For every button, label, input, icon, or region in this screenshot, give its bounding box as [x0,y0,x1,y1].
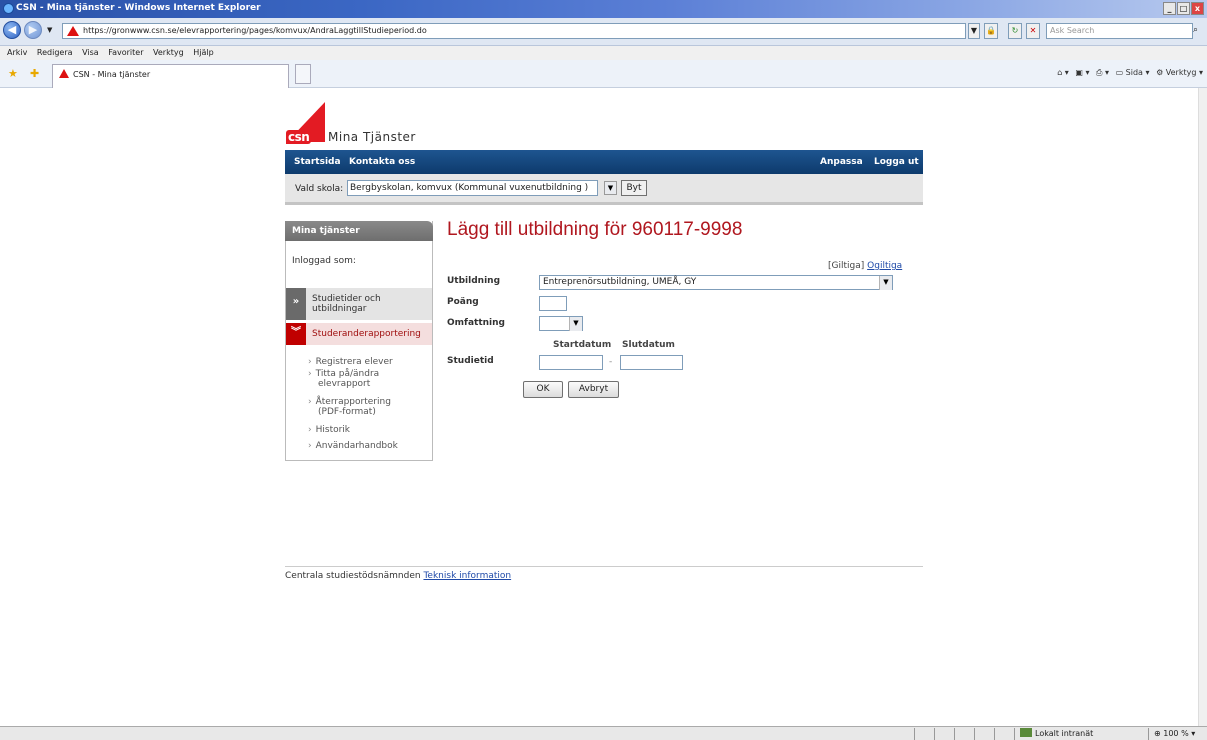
forward-button[interactable]: ▶ [24,21,42,39]
nav-anpassa[interactable]: Anpassa [820,157,863,167]
browser-tab[interactable]: CSN - Mina tjänster [52,64,289,88]
sidebar-item-label: Studietider och utbildningar [312,294,381,314]
menu-bar: Arkiv Redigera Visa Favoriter Verktyg Hj… [0,46,1207,60]
tools-menu[interactable]: ⚙ Verktyg ▾ [1156,68,1203,77]
subitem-registrera[interactable]: › Registrera elever [308,357,393,367]
footer: Centrala studiestödsnämnden Teknisk info… [285,571,511,581]
menu-redigera[interactable]: Redigera [37,48,73,57]
poang-input[interactable] [539,296,567,311]
footer-divider [285,566,923,567]
window-titlebar: CSN - Mina tjänster - Windows Internet E… [0,0,1207,18]
subitem-anvandarhandbok[interactable]: › Användarhandbok [308,441,398,451]
chevron-right-icon: › [308,357,312,367]
page-menu[interactable]: ▭ Sida ▾ [1116,68,1150,77]
top-navigation: Startsida Kontakta oss Anpassa Logga ut [285,150,923,174]
utbildning-dropdown-icon[interactable]: ▼ [879,276,892,290]
minimize-button[interactable]: _ [1163,2,1176,15]
url-field[interactable]: https://gronwww.csn.se/elevrapportering/… [62,23,966,39]
chevron-right-icon: › [308,397,312,407]
startdatum-input[interactable] [539,355,603,370]
add-favorite-icon[interactable]: ✚ [30,67,39,80]
byt-button[interactable]: Byt [621,180,647,196]
security-zone[interactable]: Lokalt intranät [1020,727,1093,740]
command-bar: ⌂ ▾ ▣ ▾ ⎙ ▾ ▭ Sida ▾ ⚙ Verktyg ▾ [1057,68,1203,78]
logo-title: Mina Tjänster [328,130,416,144]
intranet-zone-icon [1020,728,1032,737]
double-chevron-right-icon: » [286,288,306,320]
double-chevron-down-icon: ︾ [286,323,306,345]
poang-label: Poäng [447,297,479,307]
csn-favicon-icon [59,69,69,78]
new-tab-button[interactable] [295,64,311,84]
csn-favicon-icon [67,26,79,36]
validity-filter: [Giltiga] Ogiltiga [828,261,902,271]
teknisk-information-link[interactable]: Teknisk information [423,571,511,581]
zoom-level[interactable]: ⊕ 100 % ▾ [1154,727,1195,740]
subitem-aterrapportering[interactable]: › Återrapportering (PDF-format) [308,397,418,417]
avbryt-button[interactable]: Avbryt [568,381,619,398]
window-title: CSN - Mina tjänster - Windows Internet E… [16,3,261,13]
ogiltiga-link[interactable]: Ogiltiga [867,261,902,271]
omfattning-dropdown-icon[interactable]: ▼ [569,317,582,331]
refresh-icon[interactable]: ↻ [1008,23,1022,39]
sidebar-item-studeranderapportering[interactable]: ︾ Studeranderapportering [286,323,432,345]
favorites-star-icon[interactable]: ★ [8,67,18,80]
sidebar: Mina tjänster Inloggad som: » Studietide… [285,221,433,461]
close-button[interactable]: x [1191,2,1204,15]
back-button[interactable]: ◀ [3,21,21,39]
school-select[interactable]: Bergbyskolan, komvux (Kommunal vuxenutbi… [347,180,598,196]
menu-hjalp[interactable]: Hjälp [193,48,213,57]
history-dropdown-icon[interactable]: ▼ [47,26,52,34]
menu-verktyg[interactable]: Verktyg [153,48,184,57]
footer-text: Centrala studiestödsnämnden [285,571,421,581]
ok-button[interactable]: OK [523,381,563,398]
sidebar-item-studietider[interactable]: » Studietider och utbildningar [286,288,432,320]
studietid-label: Studietid [447,356,494,366]
logo-csn-text: csn [286,130,312,144]
nav-startsida[interactable]: Startsida [294,157,341,167]
chevron-right-icon: › [308,425,312,435]
address-bar: ◀ ▶ ▼ https://gronwww.csn.se/elevrapport… [0,18,1207,46]
favorites-tab-bar: ★ ✚ CSN - Mina tjänster ⌂ ▾ ▣ ▾ ⎙ ▾ ▭ Si… [0,60,1207,88]
ie-icon [3,3,14,14]
utbildning-select[interactable]: Entreprenörsutbildning, UMEÅ, GY ▼ [539,275,893,290]
startdatum-header: Startdatum [553,340,612,350]
stop-icon[interactable]: ✕ [1026,23,1040,39]
home-icon[interactable]: ⌂ ▾ [1057,68,1069,77]
chevron-right-icon: › [308,369,312,379]
school-label: Vald skola: [295,184,344,194]
lock-icon[interactable]: 🔒 [984,23,998,39]
sidebar-item-label: Studeranderapportering [312,329,421,339]
subitem-historik[interactable]: › Historik [308,425,350,435]
slutdatum-header: Slutdatum [622,340,675,350]
menu-favoriter[interactable]: Favoriter [108,48,143,57]
subitem-titta[interactable]: › Titta på/ändra elevrapport [308,369,418,389]
omfattning-label: Omfattning [447,318,505,328]
sidebar-header: Mina tjänster [285,221,433,241]
nav-kontakta-oss[interactable]: Kontakta oss [349,157,415,167]
tab-title: CSN - Mina tjänster [73,70,151,79]
utbildning-label: Utbildning [447,276,501,286]
status-bar: Lokalt intranät ⊕ 100 % ▾ [0,726,1207,740]
omfattning-select[interactable]: ▼ [539,316,583,331]
print-icon[interactable]: ⎙ ▾ [1096,68,1109,77]
search-icon[interactable]: ⌕ [1193,23,1207,39]
feeds-icon[interactable]: ▣ ▾ [1075,68,1089,77]
menu-visa[interactable]: Visa [82,48,99,57]
giltiga-filter[interactable]: [Giltiga] [828,261,864,271]
menu-arkiv[interactable]: Arkiv [7,48,27,57]
nav-logga-ut[interactable]: Logga ut [874,157,919,167]
vertical-scrollbar[interactable] [1198,88,1207,726]
page-title: Lägg till utbildning för 960117-9998 [447,219,743,240]
chevron-right-icon: › [308,441,312,451]
slutdatum-input[interactable] [620,355,683,370]
maximize-button[interactable]: □ [1177,2,1190,15]
logged-in-label: Inloggad som: [292,256,356,266]
url-dropdown-button[interactable]: ▼ [968,23,980,39]
school-selector-bar: Vald skola: Bergbyskolan, komvux (Kommun… [285,174,923,205]
date-separator: - [609,357,613,367]
search-input[interactable]: Ask Search [1046,23,1193,39]
school-dropdown-icon[interactable]: ▼ [604,181,617,195]
